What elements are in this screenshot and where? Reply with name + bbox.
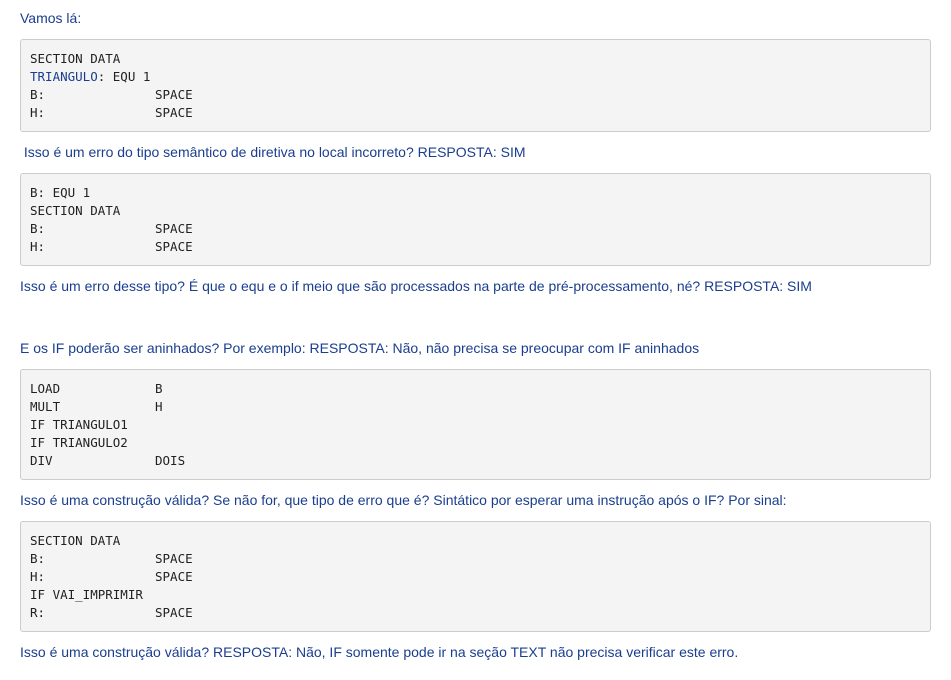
code-label: B: <box>30 551 46 566</box>
code-block-4: SECTION DATA B: SPACE H: SPACE IF VAI_IMPR… <box>20 521 931 632</box>
code-label: R: <box>30 605 46 620</box>
code-line: B: EQU 1 <box>30 184 921 202</box>
code-line: SECTION DATA <box>30 202 921 220</box>
code-line: H: SPACE <box>30 568 921 586</box>
code-operand: B <box>155 381 163 396</box>
code-text: SECTION DATA <box>30 203 121 218</box>
code-line: B: SPACE <box>30 86 921 104</box>
code-line: H: SPACE <box>30 104 921 122</box>
code-label-triangulo: TRIANGULO <box>30 69 98 84</box>
code-line: MULT H <box>30 398 921 416</box>
code-line: IF TRIANGULO1 <box>30 416 921 434</box>
paragraph-question-3: E os IF poderão ser aninhados? Por exemp… <box>20 340 700 356</box>
code-text: IF TRIANGULO1 <box>30 417 128 432</box>
code-block-1: SECTION DATA TRIANGULO: EQU 1 B: SPACE H:… <box>20 39 931 132</box>
code-label: H: <box>30 105 46 120</box>
code-text: IF TRIANGULO2 <box>30 435 128 450</box>
code-label: B: <box>30 221 46 236</box>
code-text: : EQU 1 <box>97 69 151 84</box>
code-operand: SPACE <box>155 569 193 584</box>
code-line: B: SPACE <box>30 550 921 568</box>
code-line: IF TRIANGULO2 <box>30 434 921 452</box>
paragraph-question-1: Isso é um erro do tipo semântico de dire… <box>20 144 526 160</box>
code-text: SECTION DATA <box>30 51 121 66</box>
code-line: DIV DOIS <box>30 452 921 470</box>
code-operand: H <box>155 399 163 414</box>
code-line: TRIANGULO: EQU 1 <box>30 68 921 86</box>
code-label: H: <box>30 239 46 254</box>
code-instruction: MULT <box>30 399 61 414</box>
code-operand: SPACE <box>155 105 193 120</box>
code-text: IF VAI_IMPRIMIR <box>30 587 143 602</box>
code-operand: DOIS <box>155 453 186 468</box>
code-line: H: SPACE <box>30 238 921 256</box>
code-line: IF VAI_IMPRIMIR <box>30 586 921 604</box>
paragraph-intro: Vamos lá: <box>20 10 82 26</box>
code-block-2: B: EQU 1 SECTION DATA B: SPACE H: SPACE <box>20 173 931 266</box>
code-text: SECTION DATA <box>30 533 121 548</box>
code-line: SECTION DATA <box>30 532 921 550</box>
code-label: H: <box>30 569 46 584</box>
code-operand: SPACE <box>155 221 193 236</box>
code-operand: SPACE <box>155 551 193 566</box>
paragraph-question-4: Isso é uma construção válida? Se não for… <box>20 492 787 508</box>
code-block-3: LOAD B MULT H IF TRIANGULO1 IF TRIANGULO2 … <box>20 369 931 480</box>
code-text: B: EQU 1 <box>30 185 91 200</box>
code-line: SECTION DATA <box>30 50 921 68</box>
code-operand: SPACE <box>155 605 193 620</box>
code-operand: SPACE <box>155 87 193 102</box>
code-instruction: DIV <box>30 453 53 468</box>
paragraph-answer: Isso é uma construção válida? RESPOSTA: … <box>20 644 739 660</box>
code-line: R: SPACE <box>30 604 921 622</box>
paragraph-question-2: Isso é um erro desse tipo? É que o equ e… <box>20 278 812 294</box>
code-instruction: LOAD <box>30 381 61 396</box>
code-line: LOAD B <box>30 380 921 398</box>
code-operand: SPACE <box>155 239 193 254</box>
code-label: B: <box>30 87 46 102</box>
code-line: B: SPACE <box>30 220 921 238</box>
